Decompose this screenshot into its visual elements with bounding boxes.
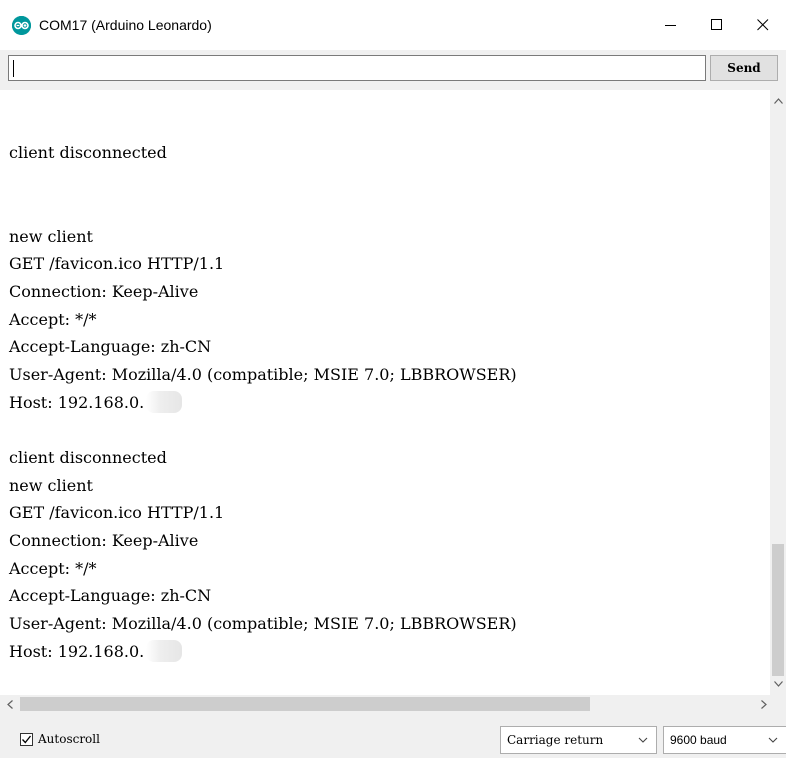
- horizontal-scrollbar[interactable]: [0, 695, 786, 713]
- window-title: COM17 (Arduino Leonardo): [39, 17, 212, 33]
- output-line: Accept: */*: [9, 309, 97, 329]
- output-line: new client: [9, 226, 93, 246]
- minimize-icon: [665, 25, 676, 26]
- scroll-left-icon[interactable]: [3, 697, 17, 711]
- chevron-down-icon: [768, 737, 778, 743]
- autoscroll-label: Autoscroll: [38, 732, 100, 746]
- status-bar: Autoscroll Carriage return 9600 baud: [0, 713, 786, 758]
- output-line: Host: 192.168.0.: [9, 638, 764, 666]
- output-line: new client: [9, 475, 93, 495]
- baud-rate-value: 9600 baud: [670, 733, 727, 747]
- maximize-button[interactable]: [694, 0, 740, 50]
- output-line: GET /favicon.ico HTTP/1.1: [9, 254, 225, 274]
- output-line: Connection: Keep-Alive: [9, 531, 199, 551]
- maximize-icon: [711, 19, 722, 30]
- text-caret: [13, 60, 14, 77]
- send-input[interactable]: [8, 55, 706, 81]
- output-line: client disconnected: [9, 143, 167, 163]
- autoscroll-checkbox[interactable]: [20, 733, 33, 746]
- title-bar: COM17 (Arduino Leonardo): [0, 0, 786, 50]
- vertical-scrollbar[interactable]: [770, 90, 786, 695]
- output-line: Accept: */*: [9, 558, 97, 578]
- scroll-up-icon[interactable]: [772, 94, 784, 108]
- arduino-logo-icon: [12, 16, 31, 35]
- output-line: Host: 192.168.0.: [9, 389, 764, 417]
- close-icon: [757, 19, 769, 31]
- baud-rate-select[interactable]: 9600 baud: [663, 726, 786, 754]
- scroll-down-icon[interactable]: [772, 677, 784, 691]
- minimize-button[interactable]: [648, 0, 694, 50]
- vertical-scroll-thumb[interactable]: [772, 544, 784, 676]
- checkmark-icon: [22, 735, 32, 744]
- redacted-ip-segment: [146, 639, 183, 662]
- redacted-ip-segment: [146, 390, 183, 413]
- horizontal-scroll-thumb[interactable]: [20, 697, 590, 711]
- line-ending-select[interactable]: Carriage return: [500, 726, 657, 754]
- output-line: Accept-Language: zh-CN: [9, 586, 212, 606]
- scroll-right-icon[interactable]: [757, 697, 771, 711]
- output-line: User-Agent: Mozilla/4.0 (compatible; MSI…: [9, 364, 517, 384]
- chevron-down-icon: [638, 737, 648, 743]
- serial-output[interactable]: client disconnected new client GET /favic…: [0, 90, 786, 695]
- serial-monitor-window: COM17 (Arduino Leonardo) Send client dis…: [0, 0, 786, 758]
- output-line: User-Agent: Mozilla/4.0 (compatible; MSI…: [9, 614, 517, 634]
- line-ending-value: Carriage return: [507, 733, 604, 747]
- output-line: Accept-Language: zh-CN: [9, 337, 212, 357]
- close-button[interactable]: [740, 0, 786, 50]
- output-line: Connection: Keep-Alive: [9, 281, 199, 301]
- output-text: client disconnected new client GET /favic…: [9, 90, 764, 695]
- output-line: GET /favicon.ico HTTP/1.1: [9, 503, 225, 523]
- send-button[interactable]: Send: [710, 55, 778, 81]
- send-row: Send: [0, 50, 786, 90]
- output-line: client disconnected: [9, 448, 167, 467]
